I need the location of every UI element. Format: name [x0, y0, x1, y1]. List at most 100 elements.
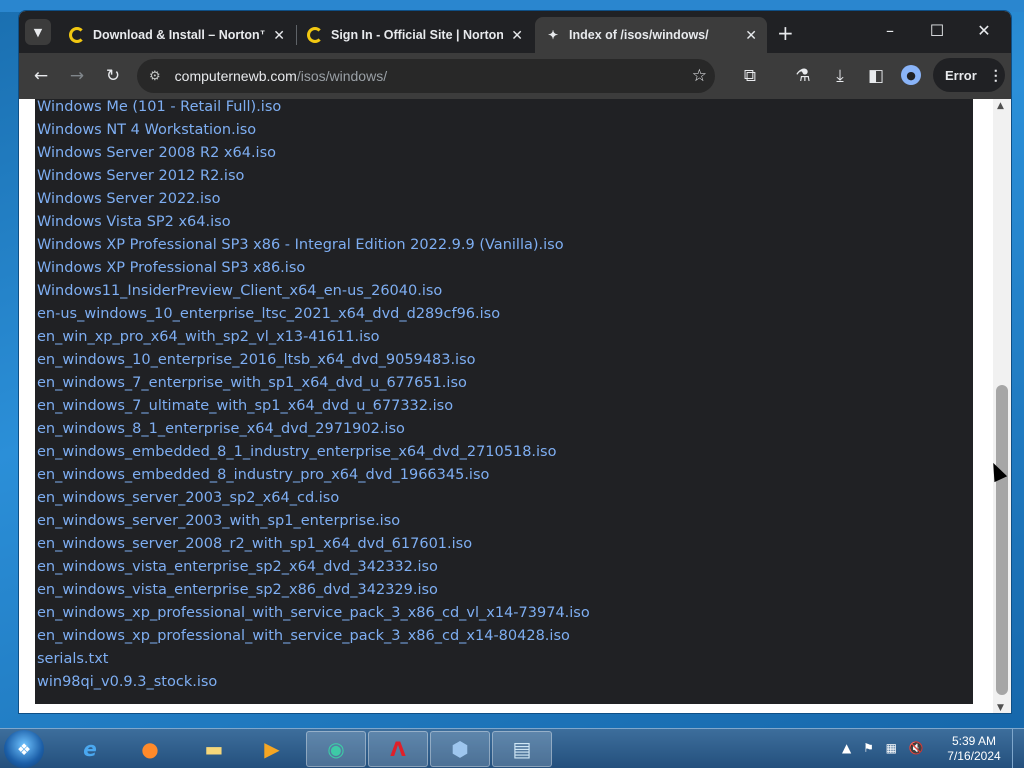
file-row: en_windows_server_2003_sp2_x64_cd.iso	[35, 490, 973, 513]
file-link[interactable]: en_windows_server_2003_sp2_x64_cd.iso	[37, 490, 339, 506]
show-desktop-button[interactable]	[1012, 729, 1024, 768]
taskbar: ❖ e ● ▬ ▶ ◉ ᐱ ⬢ ▤ ▲ ⚑ ▦ 🔇 5:39 AM 7/16/2…	[0, 728, 1024, 768]
tab-index-isos[interactable]: ✦ Index of /isos/windows/ ✕	[535, 17, 767, 53]
profile-avatar[interactable]: ●	[901, 65, 921, 85]
maximize-button[interactable]: ☐	[922, 21, 952, 40]
tab-norton-download[interactable]: Download & Install – Norton™ ✕	[59, 17, 295, 53]
close-tab-icon[interactable]: ✕	[511, 27, 523, 44]
file-link[interactable]: en_windows_embedded_8_1_industry_enterpr…	[37, 444, 557, 460]
file-link[interactable]: en_windows_vista_enterprise_sp2_x86_dvd_…	[37, 582, 438, 598]
address-bar[interactable]: ⚙ computernewb.com/isos/windows/ ☆	[137, 59, 715, 93]
file-link[interactable]: Windows Server 2008 R2 x64.iso	[37, 145, 276, 161]
taskbar-virtualbox[interactable]: ⬢	[430, 731, 490, 767]
close-tab-icon[interactable]: ✕	[273, 27, 285, 44]
new-tab-button[interactable]: +	[777, 21, 794, 45]
taskbar-firefox[interactable]: ●	[120, 731, 180, 767]
browser-toolbar: ← → ↻ ⚙ computernewb.com/isos/windows/ ☆…	[19, 53, 1011, 99]
close-window-button[interactable]: ✕	[969, 21, 999, 40]
file-link[interactable]: en_windows_xp_professional_with_service_…	[37, 628, 570, 644]
tab-search-button[interactable]: ▼	[25, 19, 51, 45]
minimize-button[interactable]: –	[875, 21, 905, 40]
forward-button[interactable]: →	[66, 66, 88, 86]
taskbar-internet-explorer[interactable]: e	[60, 731, 120, 767]
file-link[interactable]: Windows XP Professional SP3 x86.iso	[37, 260, 305, 276]
vertical-scrollbar[interactable]: ▲ ▼	[993, 99, 1011, 713]
file-row: en_windows_embedded_8_industry_pro_x64_d…	[35, 467, 973, 490]
file-link[interactable]: Windows Server 2022.iso	[37, 191, 220, 207]
file-row: en_windows_8_1_enterprise_x64_dvd_297190…	[35, 421, 973, 444]
media-player-icon: ▶	[264, 737, 280, 761]
chevron-down-icon: ▼	[33, 25, 43, 39]
file-link[interactable]: en_windows_embedded_8_industry_pro_x64_d…	[37, 467, 489, 483]
file-row: Windows11_InsiderPreview_Client_x64_en-u…	[35, 283, 973, 306]
taskbar-clock[interactable]: 5:39 AM 7/16/2024	[944, 734, 1004, 764]
taskbar-media-player[interactable]: ▶	[242, 731, 302, 767]
file-link[interactable]: Windows XP Professional SP3 x86 - Integr…	[37, 237, 564, 253]
url-path: /isos/windows/	[296, 68, 388, 84]
flag-icon[interactable]: ⚑	[863, 741, 874, 755]
downloads-button[interactable]: ⤓	[829, 66, 851, 86]
folder-icon: ▬	[204, 737, 224, 761]
side-panel-button[interactable]: ◧	[865, 66, 887, 86]
taskbar-browser[interactable]: ◉	[306, 731, 366, 767]
download-icon: ⤓	[836, 66, 844, 86]
file-row: Windows XP Professional SP3 x86 - Integr…	[35, 237, 973, 260]
file-link[interactable]: win98qi_v0.9.3_stock.iso	[37, 674, 217, 690]
file-link[interactable]: Windows Vista SP2 x64.iso	[37, 214, 231, 230]
file-link[interactable]: serials.txt	[37, 651, 109, 667]
file-link[interactable]: en_windows_server_2003_with_sp1_enterpri…	[37, 513, 400, 529]
network-icon[interactable]: ▦	[886, 741, 897, 755]
browser-window: ▼ Download & Install – Norton™ ✕ Sign In…	[18, 10, 1012, 714]
file-link[interactable]: en_windows_10_enterprise_2016_ltsb_x64_d…	[37, 352, 476, 368]
notepad-icon: ▤	[512, 737, 532, 761]
error-menu-button[interactable]: Error ⋮	[933, 58, 1005, 92]
taskbar-file-explorer[interactable]: ▬	[184, 731, 244, 767]
close-tab-icon[interactable]: ✕	[745, 27, 757, 44]
file-link[interactable]: en_windows_7_ultimate_with_sp1_x64_dvd_u…	[37, 398, 453, 414]
labs-button[interactable]: ⚗	[792, 66, 814, 86]
bookmark-star-icon[interactable]: ☆	[692, 66, 707, 86]
directory-site-icon: ✦	[547, 28, 559, 42]
file-link[interactable]: en_windows_vista_enterprise_sp2_x64_dvd_…	[37, 559, 438, 575]
firefox-icon: ●	[141, 737, 159, 761]
file-row: Windows Me (101 - Retail Full).iso	[35, 99, 973, 122]
scroll-up-arrow-icon[interactable]: ▲	[997, 101, 1004, 111]
file-row: win98qi_v0.9.3_stock.iso	[35, 674, 973, 697]
file-row: Windows NT 4 Workstation.iso	[35, 122, 973, 145]
file-link[interactable]: Windows Server 2012 R2.iso	[37, 168, 244, 184]
system-tray: ▲ ⚑ ▦ 🔇	[842, 741, 924, 755]
tab-title: Sign In - Official Site | Norton	[331, 28, 504, 42]
file-link[interactable]: en_windows_7_enterprise_with_sp1_x64_dvd…	[37, 375, 467, 391]
file-link[interactable]: Windows11_InsiderPreview_Client_x64_en-u…	[37, 283, 442, 299]
taskbar-avira[interactable]: ᐱ	[368, 731, 428, 767]
side-panel-icon: ◧	[867, 66, 885, 86]
file-link[interactable]: en_windows_xp_professional_with_service_…	[37, 605, 590, 621]
clock-date: 7/16/2024	[947, 749, 1001, 763]
tab-strip: ▼ Download & Install – Norton™ ✕ Sign In…	[19, 11, 1011, 53]
file-link[interactable]: en_windows_server_2008_r2_with_sp1_x64_d…	[37, 536, 472, 552]
file-row: en_windows_embedded_8_1_industry_enterpr…	[35, 444, 973, 467]
scroll-down-arrow-icon[interactable]: ▼	[997, 703, 1004, 713]
back-button[interactable]: ←	[30, 66, 52, 86]
browser-icon: ◉	[327, 737, 345, 761]
taskbar-notepad[interactable]: ▤	[492, 731, 552, 767]
reload-button[interactable]: ↻	[102, 66, 124, 86]
file-link[interactable]: Windows NT 4 Workstation.iso	[37, 122, 256, 138]
file-row: en_windows_xp_professional_with_service_…	[35, 628, 973, 651]
show-hidden-icons-icon[interactable]: ▲	[842, 741, 851, 755]
scrollbar-thumb[interactable]	[996, 385, 1008, 695]
file-row: en_windows_7_enterprise_with_sp1_x64_dvd…	[35, 375, 973, 398]
extensions-button[interactable]: ⧉	[739, 66, 761, 86]
file-link[interactable]: en-us_windows_10_enterprise_ltsc_2021_x6…	[37, 306, 500, 322]
file-link[interactable]: Windows Me (101 - Retail Full).iso	[37, 99, 281, 115]
person-icon: ●	[906, 68, 916, 82]
tab-title: Index of /isos/windows/	[569, 28, 709, 42]
tab-norton-signin[interactable]: Sign In - Official Site | Norton ✕	[297, 17, 533, 53]
start-button[interactable]: ❖	[4, 730, 44, 768]
file-link[interactable]: en_windows_8_1_enterprise_x64_dvd_297190…	[37, 421, 405, 437]
site-info-icon[interactable]: ⚙	[149, 68, 161, 84]
file-link[interactable]: en_win_xp_pro_x64_with_sp2_vl_x13-41611.…	[37, 329, 380, 345]
file-row: Windows Server 2008 R2 x64.iso	[35, 145, 973, 168]
file-row: en_windows_server_2008_r2_with_sp1_x64_d…	[35, 536, 973, 559]
volume-muted-icon[interactable]: 🔇	[909, 741, 924, 755]
